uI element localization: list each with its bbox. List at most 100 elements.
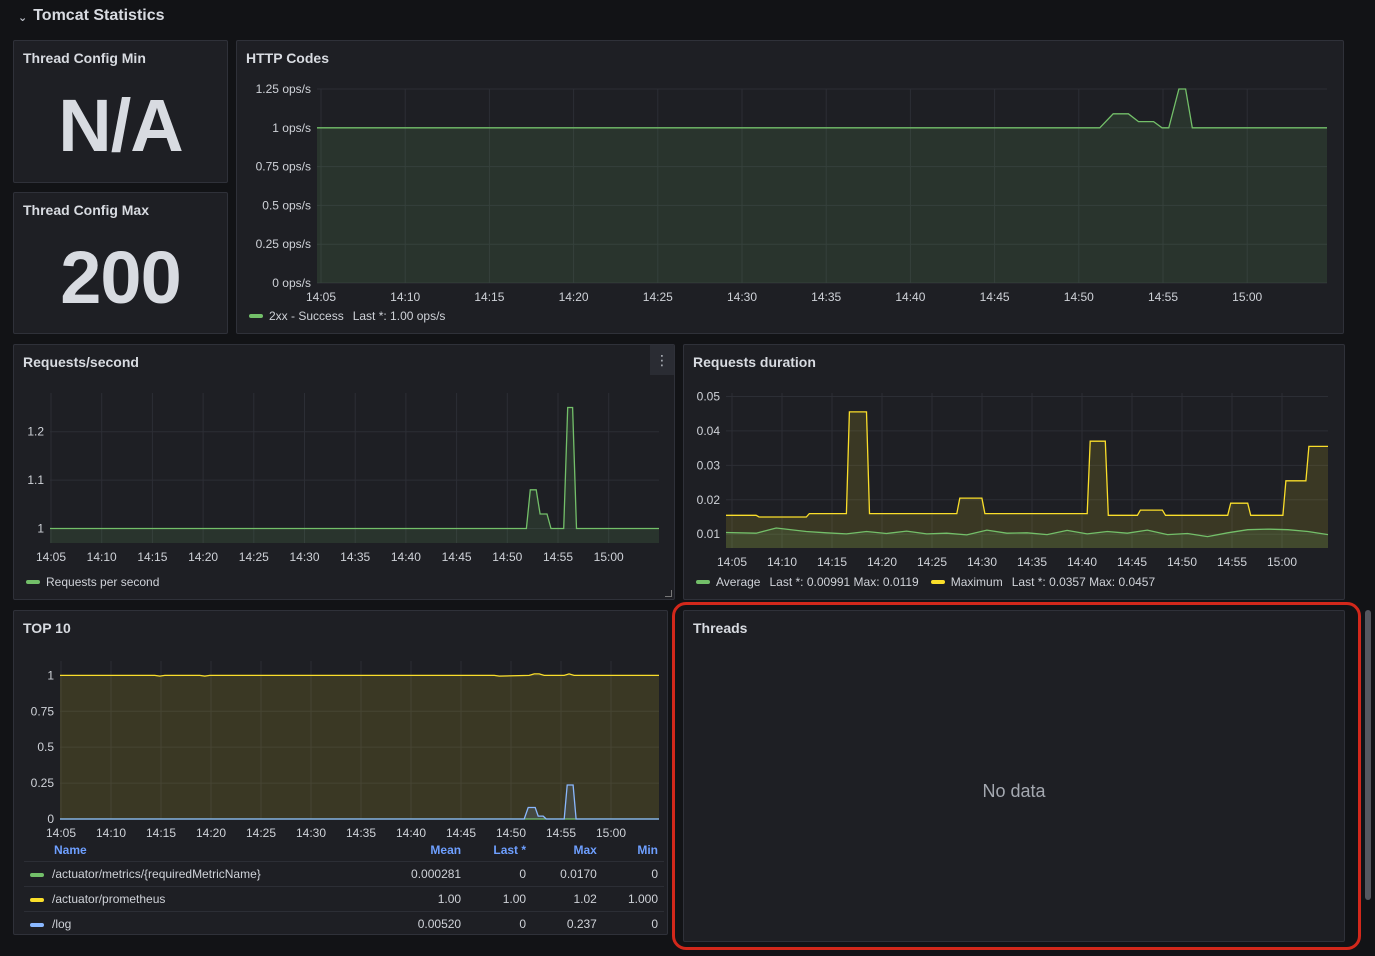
y-tick-label: 1 ops/s <box>272 121 311 135</box>
x-tick-label: 14:35 <box>1017 555 1047 569</box>
mean-cell: 0.00520 <box>376 911 468 934</box>
x-tick-label: 14:45 <box>1117 555 1147 569</box>
max-cell: 0.0170 <box>532 861 603 887</box>
legend-name[interactable]: Maximum <box>951 575 1003 589</box>
x-tick-label: 14:25 <box>246 826 276 840</box>
series-area <box>317 89 1327 283</box>
x-tick-label: 14:20 <box>196 826 226 840</box>
page-scrollbar[interactable] <box>1365 610 1371 900</box>
http-codes-chart[interactable]: 14:05 14:10 14:15 14:20 14:25 14:30 14:35 14:40… <box>237 41 1344 311</box>
x-tick-label: 14:45 <box>446 826 476 840</box>
panel-top10: TOP 10 14:05 14:10 14:15 14:20 14:25 14:30 14:… <box>13 610 668 935</box>
legend-swatch <box>30 872 44 877</box>
x-tick-label: 14:45 <box>442 550 472 564</box>
legend-stats: Last *: 1.00 ops/s <box>352 309 446 323</box>
legend-name[interactable]: Average <box>716 575 760 589</box>
x-tick-label: 14:10 <box>96 826 126 840</box>
x-tick-label: 14:50 <box>1064 290 1094 304</box>
y-tick-label: 1.25 ops/s <box>256 82 311 96</box>
panel-title: Threads <box>693 620 748 636</box>
min-cell: 0 <box>602 911 664 934</box>
x-tick-label: 14:55 <box>543 550 573 564</box>
series-name: /actuator/metrics/{requiredMetricName} <box>52 867 261 881</box>
x-tick-label: 14:15 <box>137 550 167 564</box>
table-row[interactable]: /actuator/metrics/{requiredMetricName} 0… <box>24 861 664 887</box>
y-tick-label: 0 <box>47 812 54 826</box>
x-tick-label: 14:45 <box>980 290 1010 304</box>
x-tick-label: 14:50 <box>496 826 526 840</box>
x-tick-label: 14:10 <box>87 550 117 564</box>
x-tick-label: 14:20 <box>559 290 589 304</box>
y-tick-label: 0 ops/s <box>272 276 311 290</box>
table-row[interactable]: /log 0.00520 0 0.237 0 <box>24 911 664 934</box>
row-header-tomcat-statistics[interactable]: ⌄ Tomcat Statistics <box>18 4 165 28</box>
min-cell: 1.000 <box>602 886 664 912</box>
panel-title: Thread Config Max <box>23 202 150 218</box>
column-header-name[interactable]: Name <box>24 843 377 862</box>
y-tick-label: 0.03 <box>697 458 721 472</box>
y-tick-label: 1 <box>47 668 54 682</box>
panel-threads: Threads No data <box>683 610 1345 942</box>
x-tick-label: 14:55 <box>546 826 576 840</box>
x-tick-label: 14:20 <box>188 550 218 564</box>
x-tick-label: 14:55 <box>1217 555 1247 569</box>
y-tick-label: 0.25 ops/s <box>256 237 311 251</box>
x-tick-label: 15:00 <box>594 550 624 564</box>
mean-cell: 0.000281 <box>376 861 468 887</box>
x-tick-label: 14:40 <box>895 290 925 304</box>
y-tick-label: 1.2 <box>27 425 44 439</box>
resize-handle[interactable] <box>665 590 672 597</box>
x-tick-label: 14:20 <box>867 555 897 569</box>
legend-requests-per-second[interactable]: Requests per second <box>26 575 159 589</box>
series-name-cell: /log <box>24 911 377 934</box>
legend-swatch <box>249 314 263 318</box>
chevron-down-icon: ⌄ <box>18 11 28 24</box>
y-tick-label: 0.04 <box>697 424 721 438</box>
column-header-max[interactable]: Max <box>532 843 603 862</box>
column-header-mean[interactable]: Mean <box>377 843 467 862</box>
x-tick-label: 14:10 <box>767 555 797 569</box>
panel-thread-config-min: Thread Config Min N/A <box>13 40 228 183</box>
x-tick-label: 14:40 <box>1067 555 1097 569</box>
x-tick-label: 14:30 <box>296 826 326 840</box>
legend-name: 2xx - Success <box>269 309 344 323</box>
requests-second-chart[interactable]: 14:05 14:10 14:15 14:20 14:25 14:30 14:35 14:40… <box>14 345 675 577</box>
x-tick-label: 14:35 <box>340 550 370 564</box>
x-tick-label: 14:50 <box>492 550 522 564</box>
series-area <box>726 411 1328 548</box>
legend-swatch <box>26 580 40 584</box>
x-tick-label: 14:10 <box>390 290 420 304</box>
y-tick-label: 0.25 <box>31 776 55 790</box>
x-tick-label: 14:15 <box>146 826 176 840</box>
requests-duration-chart[interactable]: 14:05 14:10 14:15 14:20 14:25 14:30 14:35 14:40… <box>684 345 1345 577</box>
column-header-min[interactable]: Min <box>603 843 664 862</box>
legend-stats: Last *: 0.00991 Max: 0.0119 <box>769 575 919 589</box>
y-tick-label: 1.1 <box>27 473 44 487</box>
no-data-message: No data <box>982 781 1046 801</box>
legend-2xx-success[interactable]: 2xx - Success Last *: 1.00 ops/s <box>249 309 445 323</box>
y-tick-label: 0.5 <box>37 740 54 754</box>
x-tick-label: 14:30 <box>967 555 997 569</box>
max-cell: 1.02 <box>532 886 603 912</box>
legend-stats: Last *: 0.0357 Max: 0.0457 <box>1011 575 1156 589</box>
legend-requests-duration: Average Last *: 0.00991 Max: 0.0119 Maxi… <box>696 575 1155 589</box>
column-header-last[interactable]: Last * <box>467 843 532 862</box>
top10-chart[interactable]: 14:05 14:10 14:15 14:20 14:25 14:30 14:35 14:40… <box>14 611 668 843</box>
last-cell: 0 <box>467 911 533 934</box>
last-cell: 1.00 <box>467 886 533 912</box>
panel-title: Thread Config Min <box>23 50 146 66</box>
x-tick-label: 15:00 <box>596 826 626 840</box>
legend-swatch <box>930 580 945 584</box>
legend-swatch <box>696 580 710 584</box>
x-tick-label: 14:05 <box>36 550 66 564</box>
x-tick-label: 14:25 <box>239 550 269 564</box>
panel-requests-duration: Requests duration 14:05 14:10 14:15 14:20 14… <box>683 344 1345 600</box>
x-tick-label: 14:30 <box>289 550 319 564</box>
table-row[interactable]: /actuator/prometheus 1.00 1.00 1.02 1.00… <box>24 886 664 912</box>
y-tick-label: 0.01 <box>697 527 721 541</box>
series-name-cell: /actuator/prometheus <box>24 886 377 912</box>
series-line <box>726 411 1328 518</box>
x-tick-label: 14:25 <box>917 555 947 569</box>
min-cell: 0 <box>602 861 664 887</box>
series-name: /actuator/prometheus <box>52 892 166 906</box>
